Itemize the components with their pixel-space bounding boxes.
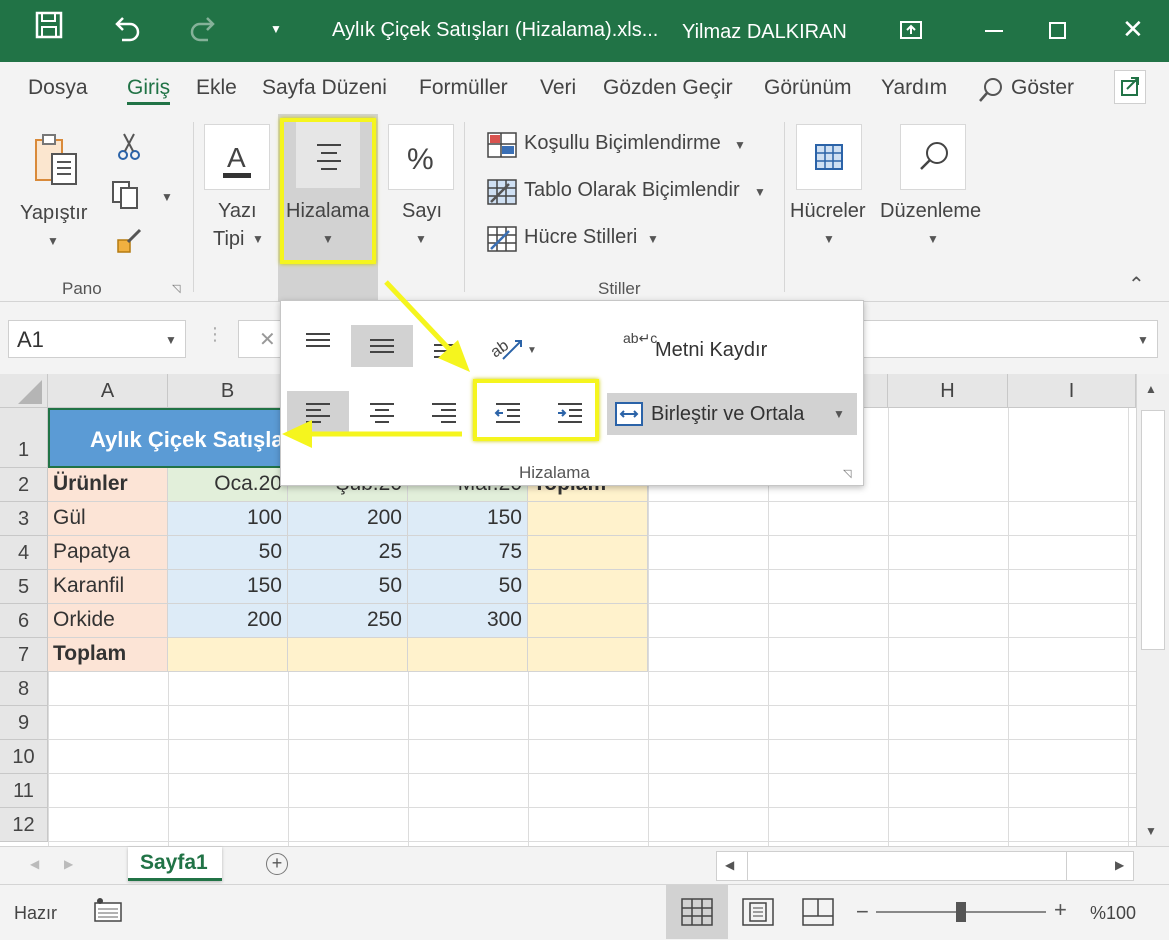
status-ready: Hazır — [14, 903, 58, 923]
page-break-view-icon[interactable] — [802, 898, 834, 926]
status-bar: Hazır − + %100 — [0, 884, 1169, 940]
scroll-right-icon[interactable]: ▶ — [1115, 858, 1124, 872]
horizontal-scrollbar[interactable]: ◀ ▶ — [716, 851, 1134, 881]
normal-view-button[interactable] — [666, 885, 728, 939]
zoom-out-icon[interactable]: − — [856, 899, 869, 925]
sheet-tab-label: Sayfa1 — [140, 851, 208, 874]
horizontal-scroll-thumb[interactable] — [747, 852, 1067, 880]
zoom-slider-thumb[interactable] — [956, 902, 966, 922]
scroll-left-icon[interactable]: ◀ — [725, 858, 734, 872]
add-sheet-icon[interactable]: + — [266, 853, 288, 875]
sheet-tabs-bar: ◀ ▶ Sayfa1 + ◀ ▶ — [0, 846, 1169, 884]
zoom-level[interactable]: %100 — [1090, 903, 1136, 924]
next-sheet-icon[interactable]: ▶ — [64, 857, 73, 871]
page-layout-view-icon[interactable] — [742, 898, 774, 926]
prev-sheet-icon[interactable]: ◀ — [30, 857, 39, 871]
annotation-arrows — [282, 280, 470, 448]
macro-record-icon[interactable] — [94, 897, 122, 923]
sheet-tab-sayfa1[interactable]: Sayfa1 — [128, 847, 222, 881]
zoom-in-icon[interactable]: + — [1054, 897, 1067, 923]
